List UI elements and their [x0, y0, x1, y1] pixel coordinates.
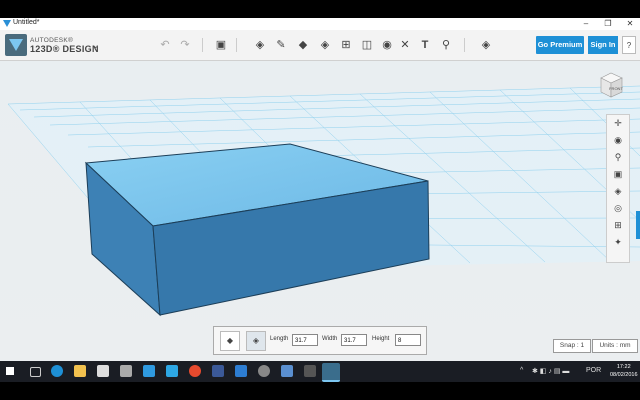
measure-button[interactable]: ✕ [398, 38, 412, 52]
help-button[interactable]: ? [622, 36, 636, 54]
go-premium-button[interactable]: Go Premium [536, 36, 584, 54]
width-input[interactable]: 31.7 [341, 334, 367, 346]
autodesk-logo-icon [5, 34, 27, 56]
scene-canvas [7, 85, 640, 317]
tray-overflow-icon[interactable]: ^ [520, 367, 523, 374]
combine-button[interactable]: ◉ [380, 38, 394, 52]
clock-date: 08/02/2016 [610, 372, 638, 378]
app-icon[interactable] [281, 365, 293, 377]
construct-button[interactable]: ◆ [296, 38, 310, 52]
brand-company: AUTODESK® [30, 37, 74, 44]
123d-design-taskbar-icon[interactable] [322, 363, 340, 382]
app-icon[interactable] [304, 365, 316, 377]
app-logo-icon [3, 20, 11, 27]
box-layers-icon[interactable]: ◈ [246, 331, 266, 351]
file-explorer-icon[interactable] [74, 365, 86, 377]
snap-button[interactable]: ⚲ [439, 38, 453, 52]
window-title: Untitled* [13, 19, 40, 26]
view-mode-icon[interactable]: ◈ [607, 183, 629, 200]
store-icon[interactable] [97, 365, 109, 377]
panel-edge-tab[interactable] [636, 211, 640, 239]
height-input[interactable]: 8 [395, 334, 421, 346]
visibility-icon[interactable]: ◎ [607, 200, 629, 217]
start-icon[interactable] [6, 367, 14, 375]
dimensions-panel: ◆ ◈ Length 31.7 Width 31.7 Height 8 [213, 326, 427, 355]
facebook-icon[interactable] [212, 365, 224, 377]
3d-viewport[interactable]: FRONT ✛ ◉ ⚲ ▣ ◈ ◎ ⊞ ✦ ◆ ◈ Length 31.7 Wi… [0, 61, 640, 363]
clock-time: 17:22 [616, 364, 631, 370]
snap-status[interactable]: Snap : 1 [553, 339, 591, 353]
length-input[interactable]: 31.7 [292, 334, 318, 346]
edge-browser-icon[interactable] [51, 365, 63, 377]
pattern-button[interactable]: ⊞ [339, 38, 353, 52]
minimize-button[interactable]: – [576, 18, 596, 30]
maximize-button[interactable]: ❐ [598, 18, 618, 30]
pan-icon[interactable]: ✛ [607, 115, 629, 132]
fit-icon[interactable]: ▣ [607, 166, 629, 183]
sketch-button[interactable]: ✎ [274, 38, 288, 52]
navigation-bar: ✛ ◉ ⚲ ▣ ◈ ◎ ⊞ ✦ [606, 114, 630, 263]
import-button[interactable]: ▣ [214, 38, 228, 52]
grid-icon[interactable]: ⊞ [607, 217, 629, 234]
redo-button[interactable]: ↷ [178, 38, 192, 52]
view-cube-face-label: FRONT [609, 86, 623, 91]
app-icon[interactable] [258, 365, 270, 377]
group-button[interactable]: ◫ [360, 38, 374, 52]
view-cube[interactable]: FRONT [596, 70, 626, 100]
modify-button[interactable]: ◈ [318, 38, 332, 52]
length-label: Length [270, 336, 289, 342]
text-button[interactable]: T [418, 38, 432, 52]
primitives-button[interactable]: ◈ [253, 38, 267, 52]
input-language[interactable]: POR [586, 367, 601, 374]
app-menu-chevron-icon[interactable]: ⌄ [92, 40, 100, 51]
undo-button[interactable]: ↶ [158, 38, 172, 52]
system-clock[interactable]: 17:22 08/02/2016 [610, 363, 638, 379]
close-button[interactable]: ✕ [620, 18, 640, 30]
height-label: Height [372, 336, 390, 342]
brand-product: 123D® DESIGN [30, 44, 99, 54]
toolbar-divider [464, 38, 465, 52]
chrome-icon[interactable] [189, 365, 201, 377]
windows-taskbar: ^ ✱ ◧ ♪ ▤ ▬ POR 17:22 08/02/2016 [0, 361, 640, 382]
units-status[interactable]: Units : mm [592, 339, 638, 353]
app-header: AUTODESK® 123D® DESIGN ⌄ ↶ ↷ ▣ ◈ ✎ ◆ ◈ ⊞… [0, 30, 640, 61]
task-view-icon[interactable] [30, 367, 41, 377]
width-label: Width [322, 336, 338, 342]
sign-in-button[interactable]: Sign In [588, 36, 618, 54]
material-icon[interactable]: ✦ [607, 234, 629, 251]
calculator-icon[interactable] [120, 365, 132, 377]
orbit-icon[interactable]: ◉ [607, 132, 629, 149]
window-titlebar: Untitled* – ❐ ✕ [0, 18, 640, 30]
tray-icons[interactable]: ✱ ◧ ♪ ▤ ▬ [532, 367, 569, 375]
network-app-icon[interactable] [166, 365, 178, 377]
material-button[interactable]: ◈ [479, 38, 493, 52]
app-screen: Untitled* – ❐ ✕ AUTODESK® 123D® DESIGN ⌄… [0, 0, 640, 400]
toolbar-divider [236, 38, 237, 52]
toolbar-divider [202, 38, 203, 52]
box-solid-icon[interactable]: ◆ [220, 331, 240, 351]
mail-icon[interactable] [143, 365, 155, 377]
app-icon[interactable] [235, 365, 247, 377]
zoom-icon[interactable]: ⚲ [607, 149, 629, 166]
